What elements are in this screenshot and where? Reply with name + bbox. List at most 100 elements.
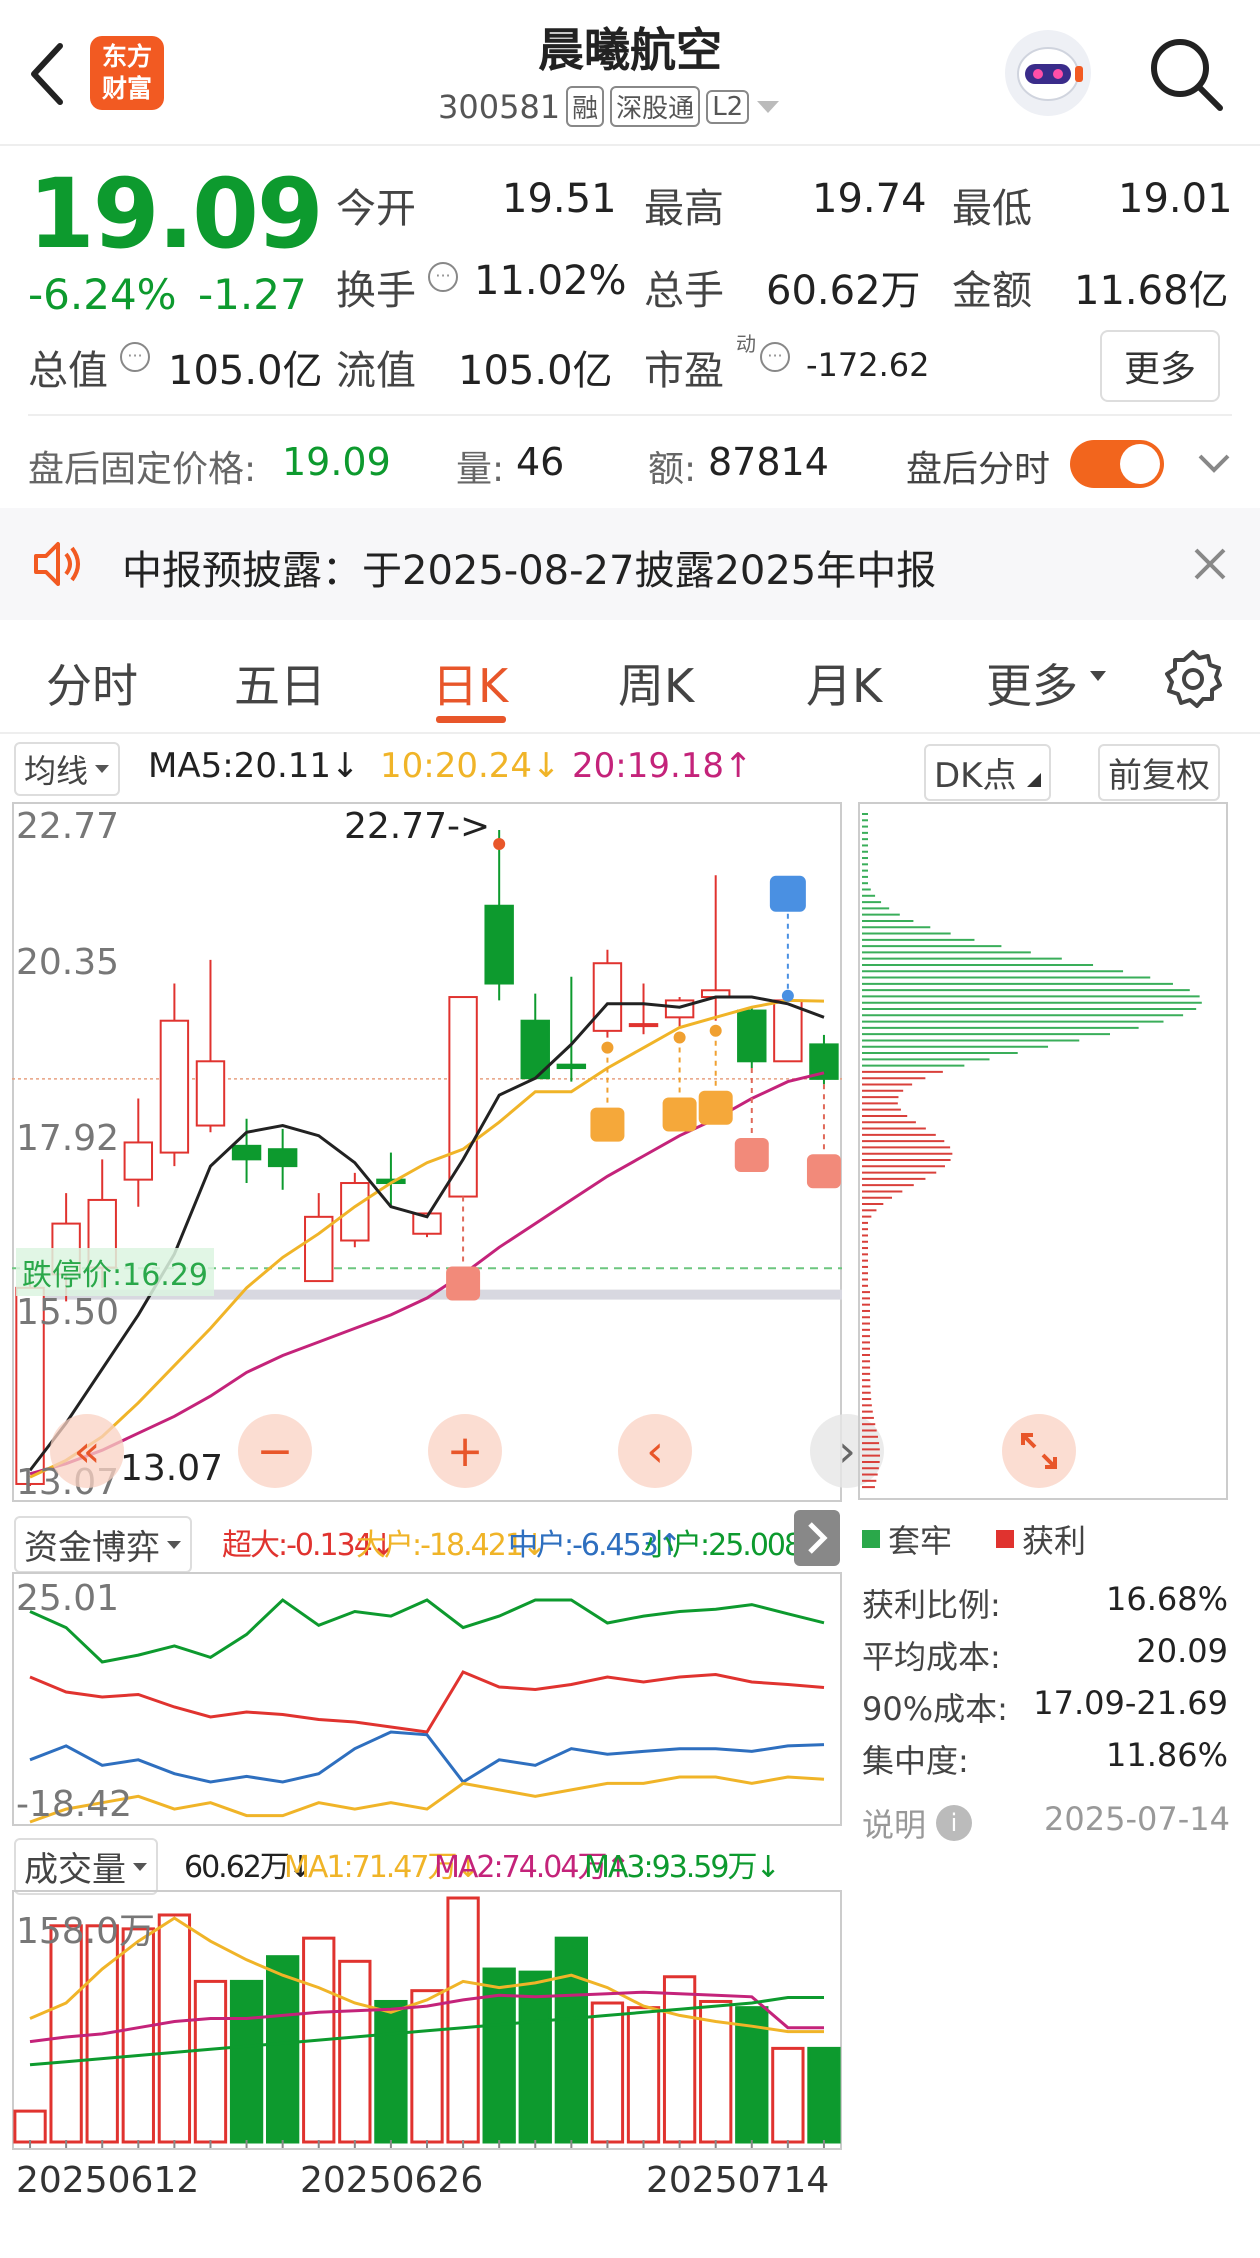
- candle-body: [195, 1060, 226, 1127]
- amount-value: 11.68亿: [1074, 268, 1229, 314]
- kchart-y-label-1: 22.77: [16, 806, 120, 847]
- max-price-dot: [493, 838, 506, 850]
- candle-body: [267, 1148, 298, 1168]
- kchart-y-label-4: 15.50: [16, 1292, 120, 1333]
- ma5-value: MA5:20.11↓: [148, 746, 360, 786]
- capital-line-1: [29, 1670, 825, 1734]
- zoom-out-button[interactable]: −: [238, 1414, 312, 1488]
- amount-label: 金额: [952, 268, 1032, 314]
- ma10-line: [29, 998, 825, 1479]
- market-cap-info-icon[interactable]: ···: [120, 342, 150, 372]
- trade-marker-dot: [709, 1024, 722, 1037]
- tab-more[interactable]: 更多: [986, 650, 1078, 716]
- scroll-left-double-button[interactable]: «: [50, 1414, 124, 1488]
- kchart-y-label-2: 20.35: [16, 942, 120, 983]
- capital-expand-button[interactable]: [794, 1510, 840, 1566]
- capital-frame: [12, 1572, 842, 1826]
- after-hours-toggle[interactable]: [1070, 440, 1164, 488]
- trade-marker-dot: [601, 1041, 614, 1054]
- legend-profit: 获利: [996, 1516, 1086, 1562]
- low-label: 最低: [952, 186, 1032, 232]
- capital-selector-label: 资金博弈: [24, 1528, 160, 1568]
- tab-weekly-k[interactable]: 周K: [618, 650, 694, 716]
- capital-caret-icon: [167, 1540, 181, 1549]
- chevron-down-icon[interactable]: [1196, 448, 1232, 478]
- volume-bar: [157, 1913, 192, 2144]
- volume-bar: [662, 1975, 697, 2144]
- ma-selector-label: 均线: [24, 752, 89, 790]
- change-percent: -6.24%: [28, 270, 177, 319]
- chip-row-value: 11.86%: [1105, 1736, 1228, 1774]
- volume-bar: [771, 2046, 805, 2144]
- close-icon[interactable]: [1190, 544, 1230, 584]
- high-label: 最高: [644, 186, 724, 232]
- dk-corner-icon: [1027, 773, 1042, 787]
- buy-marker: [734, 1138, 769, 1173]
- turnover-info-icon[interactable]: ···: [428, 262, 458, 292]
- chip-row-label: 集中度:: [862, 1742, 969, 1780]
- limit-down-label: 跌停价:16.29: [16, 1248, 214, 1296]
- ma10-value: 10:20.24↓: [380, 746, 561, 786]
- sell-marker-dot: [781, 989, 794, 1002]
- tab-intraday[interactable]: 分时: [46, 650, 138, 716]
- tab-daily-k[interactable]: 日K: [432, 650, 508, 716]
- candle-body: [159, 1019, 190, 1154]
- capital-line-2: [29, 1730, 825, 1784]
- stock-code-row[interactable]: 300581 融 深股通 L2: [438, 86, 781, 127]
- tag-connect: 深股通: [610, 86, 701, 127]
- buy-marker: [446, 1266, 481, 1301]
- float-cap-label: 流值: [336, 348, 416, 394]
- volume-bar: [338, 1959, 372, 2144]
- robot-avatar-icon[interactable]: [1005, 30, 1091, 116]
- zoom-in-button[interactable]: +: [428, 1414, 502, 1488]
- more-quote-button[interactable]: 更多: [1100, 330, 1221, 402]
- chip-row-profit-ratio: 获利比例: 16.68%: [862, 1580, 1228, 1626]
- quote-divider: [28, 414, 1232, 416]
- legend-trap: 套牢: [862, 1516, 952, 1562]
- chevron-right-icon: [808, 1522, 828, 1554]
- chip-row-avg-cost: 平均成本: 20.09: [862, 1632, 1228, 1678]
- candle-body: [340, 1182, 370, 1242]
- capital-selector[interactable]: 资金博弈: [14, 1516, 192, 1573]
- settings-gear-icon[interactable]: [1162, 648, 1224, 710]
- volume-bar: [374, 1999, 408, 2144]
- chip-note[interactable]: 说明 i: [862, 1800, 973, 1846]
- volume-bar: [410, 1989, 444, 2144]
- dk-point-button[interactable]: DK点: [924, 744, 1052, 801]
- volume-bar: [121, 1927, 155, 2144]
- kchart-y-label-3: 17.92: [16, 1118, 120, 1159]
- turnover-label: 换手: [336, 268, 416, 314]
- volume-bar: [13, 2109, 47, 2144]
- sell-marker: [769, 875, 806, 912]
- chip-frame: [858, 802, 1228, 1500]
- volume-bar: [554, 1936, 589, 2144]
- candle-body: [737, 1009, 767, 1063]
- market-cap-label: 总值: [28, 348, 108, 394]
- high-value: 19.74: [812, 176, 927, 222]
- pe-info-icon[interactable]: ···: [760, 342, 790, 372]
- chip-row-value: 20.09: [1136, 1632, 1228, 1670]
- adjust-button[interactable]: 前复权: [1098, 744, 1220, 801]
- tab-active-underline: [436, 716, 506, 723]
- notice-text[interactable]: 中报预披露：于2025-08-27披露2025年中报: [122, 538, 936, 596]
- chip-row-value: 17.09-21.69: [1033, 1684, 1228, 1722]
- toggle-knob: [1120, 444, 1160, 484]
- volume-value: 60.62万: [766, 268, 921, 314]
- tab-more-caret-icon: [1088, 668, 1108, 688]
- search-icon[interactable]: [1146, 34, 1226, 114]
- legend-trap-label: 套牢: [888, 1522, 953, 1560]
- ma-selector-caret-icon: [95, 765, 110, 773]
- speaker-icon: [30, 536, 86, 592]
- after-hours-price: 19.09: [282, 440, 391, 484]
- date-label-3: 20250714: [646, 2160, 830, 2201]
- tab-monthly-k[interactable]: 月K: [806, 650, 882, 716]
- volume-bar: [193, 1979, 228, 2144]
- tab-five-day[interactable]: 五日: [234, 650, 326, 716]
- volume-selector[interactable]: 成交量: [14, 1838, 158, 1895]
- ma-selector[interactable]: 均线: [14, 742, 121, 796]
- scroll-left-button[interactable]: ‹: [618, 1414, 692, 1488]
- kline-chart[interactable]: [12, 802, 842, 1502]
- chip-row-concentration: 集中度: 11.86%: [862, 1736, 1228, 1782]
- tabs-divider: [0, 732, 1260, 734]
- current-price: 19.09: [28, 158, 324, 270]
